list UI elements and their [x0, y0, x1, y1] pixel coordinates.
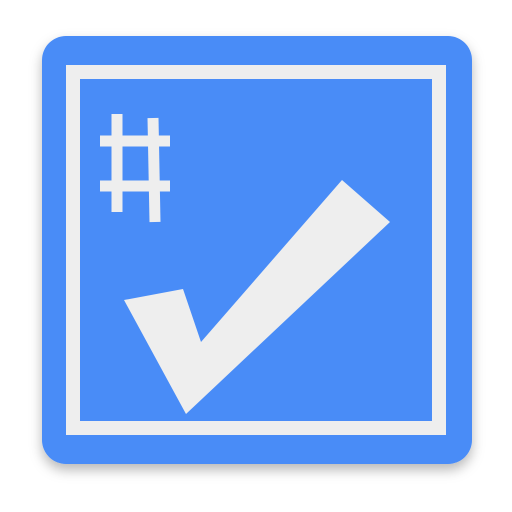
app-icon-graphic — [42, 36, 472, 464]
app-icon[interactable] — [0, 0, 512, 512]
icon-tile — [42, 36, 472, 464]
